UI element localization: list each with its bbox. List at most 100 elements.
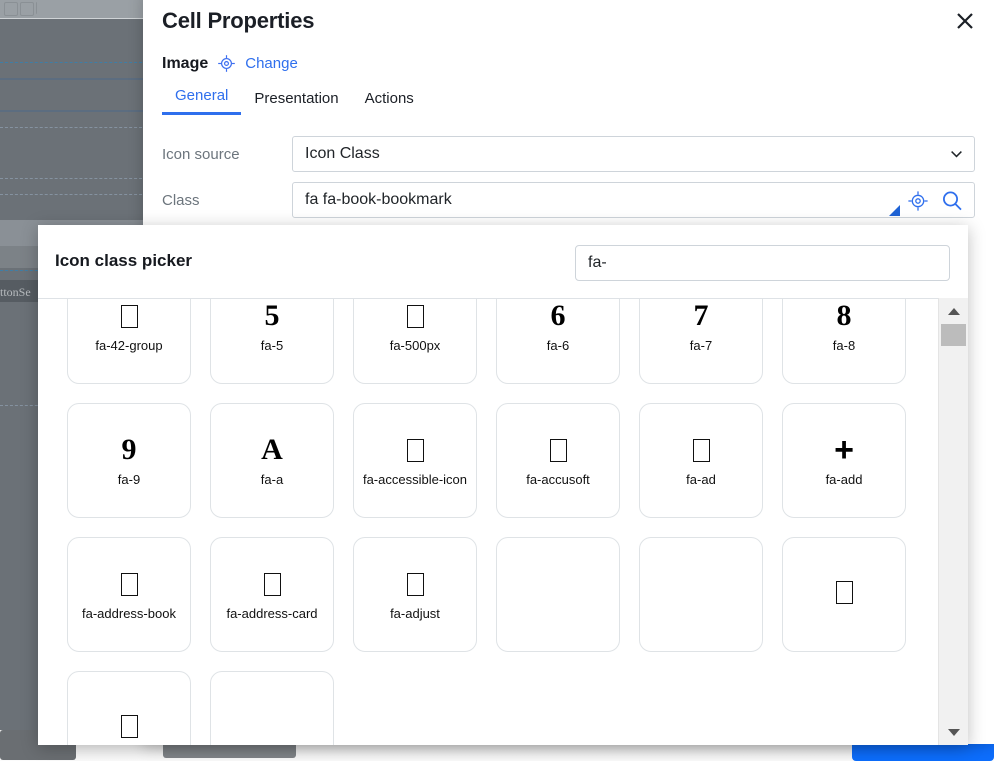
icon-glyph <box>549 433 567 467</box>
editor-toolbar <box>0 0 152 19</box>
icon-card[interactable] <box>639 537 763 652</box>
missing-glyph-box <box>406 304 424 328</box>
icon-card-label: fa-accessible-icon <box>362 472 468 488</box>
icon-card[interactable]: fa-address-book <box>67 537 191 652</box>
guide-line-1 <box>0 62 152 63</box>
icon-glyph <box>835 575 853 609</box>
icon-glyph <box>406 299 424 333</box>
icon-source-value: Icon Class <box>305 145 380 162</box>
icon-card-label: fa-address-card <box>226 606 318 622</box>
icon-card[interactable]: fa-accusoft <box>496 403 620 518</box>
guide-line-2 <box>0 127 152 128</box>
missing-glyph-box <box>835 580 853 604</box>
tab-actions[interactable]: Actions <box>352 85 427 115</box>
icon-source-select[interactable]: Icon Class <box>292 136 975 172</box>
missing-glyph-box <box>120 572 138 596</box>
icon-glyph <box>120 709 138 743</box>
icon-card[interactable] <box>210 671 334 745</box>
tab-general[interactable]: General <box>162 82 242 115</box>
missing-glyph-box <box>406 438 424 462</box>
toolbar-icon-2 <box>20 2 34 16</box>
icon-glyph: 9 <box>121 433 137 467</box>
icon-card[interactable]: fa-adjust <box>353 537 477 652</box>
icon-card[interactable]: 5 fa-5 <box>210 299 334 384</box>
icon-card-label: fa-42-group <box>95 338 163 354</box>
tab-presentation[interactable]: Presentation <box>241 85 351 115</box>
image-section-header: Image Change <box>162 54 298 73</box>
icon-class-picker-panel: Icon class picker fa-42-group 5 fa-5 fa-500… <box>38 225 968 745</box>
icon-card[interactable] <box>67 671 191 745</box>
icon-card-label: fa-9 <box>117 472 141 488</box>
class-input[interactable]: fa fa-book-bookmark <box>292 182 975 218</box>
resize-handle[interactable] <box>889 205 900 216</box>
missing-glyph-box <box>120 714 138 738</box>
icon-source-label: Icon source <box>162 145 240 163</box>
close-icon[interactable] <box>950 6 980 36</box>
icon-card[interactable]: Afa-a <box>210 403 334 518</box>
toolbar-icon-3 <box>36 2 38 14</box>
icon-grid-scrollbar[interactable] <box>938 298 968 745</box>
icon-card-label: fa-500px <box>389 338 441 354</box>
icon-card[interactable] <box>496 537 620 652</box>
class-label: Class <box>162 191 200 209</box>
search-icon[interactable] <box>939 188 965 214</box>
icon-card-label: fa-8 <box>832 338 856 354</box>
icon-glyph: 8 <box>836 299 852 333</box>
missing-glyph-box <box>406 572 424 596</box>
icon-card-label: fa-a <box>260 472 284 488</box>
cut-off-label: ttonSe <box>0 285 31 299</box>
crosshair-icon[interactable] <box>217 54 236 73</box>
icon-card[interactable]: fa-accessible-icon <box>353 403 477 518</box>
icon-grid: fa-42-group 5 fa-5 fa-500px 6 fa-6 7 fa-7 8 fa-8 9… <box>38 299 939 745</box>
icon-card[interactable]: 7 fa-7 <box>639 299 763 384</box>
icon-card[interactable]: 6 fa-6 <box>496 299 620 384</box>
dialog-tabs: General Presentation Actions <box>162 82 427 115</box>
caret-up-icon[interactable] <box>939 301 968 321</box>
icon-card[interactable]: fa-ad <box>639 403 763 518</box>
missing-glyph-box <box>549 438 567 462</box>
icon-card[interactable]: + fa-add <box>782 403 906 518</box>
plus-icon: + <box>834 430 854 469</box>
field-row-class: Class fa fa-book-bookmark <box>162 182 975 218</box>
icon-card[interactable] <box>782 537 906 652</box>
icon-search-input[interactable] <box>575 245 950 281</box>
icon-card-label: fa-add <box>825 472 863 488</box>
icon-card-label: fa-ad <box>686 472 716 488</box>
guide-line-4 <box>0 194 152 195</box>
icon-card-label: fa-address-book <box>82 606 176 622</box>
section-label: Image <box>162 54 209 72</box>
icon-card-label: fa-accusoft <box>526 472 590 488</box>
screen: ttonSe Cell Properties Image Change Gene… <box>0 0 994 761</box>
icon-glyph: 5 <box>264 299 280 333</box>
icon-card-label: fa-6 <box>546 338 570 354</box>
icon-card[interactable]: fa-address-card <box>210 537 334 652</box>
icon-card-label: fa-adjust <box>390 606 440 622</box>
change-link[interactable]: Change <box>245 55 298 72</box>
icon-glyph <box>406 433 424 467</box>
icon-glyph: A <box>261 433 283 467</box>
missing-glyph-box <box>263 572 281 596</box>
toolbar-icon-1 <box>4 2 18 16</box>
icon-glyph: 6 <box>550 299 566 333</box>
icon-glyph: + <box>834 433 854 467</box>
icon-glyph: 7 <box>693 299 709 333</box>
field-row-icon-source: Icon source Icon Class <box>162 136 975 172</box>
icon-glyph <box>692 433 710 467</box>
crosshair-icon[interactable] <box>905 188 931 214</box>
icon-grid-viewport: fa-42-group 5 fa-5 fa-500px 6 fa-6 7 fa-7 8 fa-8 9… <box>38 298 939 745</box>
class-input-value: fa fa-book-bookmark <box>305 191 452 208</box>
icon-card-label: fa-7 <box>689 338 713 354</box>
missing-glyph-box <box>692 438 710 462</box>
dialog-title: Cell Properties <box>162 8 315 33</box>
icon-card[interactable]: 9 fa-9 <box>67 403 191 518</box>
caret-down-icon[interactable] <box>939 722 968 742</box>
icon-card[interactable]: fa-500px <box>353 299 477 384</box>
guide-line-3 <box>0 178 152 179</box>
missing-glyph-box <box>120 304 138 328</box>
chevron-down-icon <box>951 151 962 158</box>
icon-card[interactable]: fa-42-group <box>67 299 191 384</box>
icon-glyph <box>120 299 138 333</box>
icon-card[interactable]: 8 fa-8 <box>782 299 906 384</box>
scrollbar-thumb[interactable] <box>941 324 966 346</box>
row-divider-2 <box>0 110 152 112</box>
